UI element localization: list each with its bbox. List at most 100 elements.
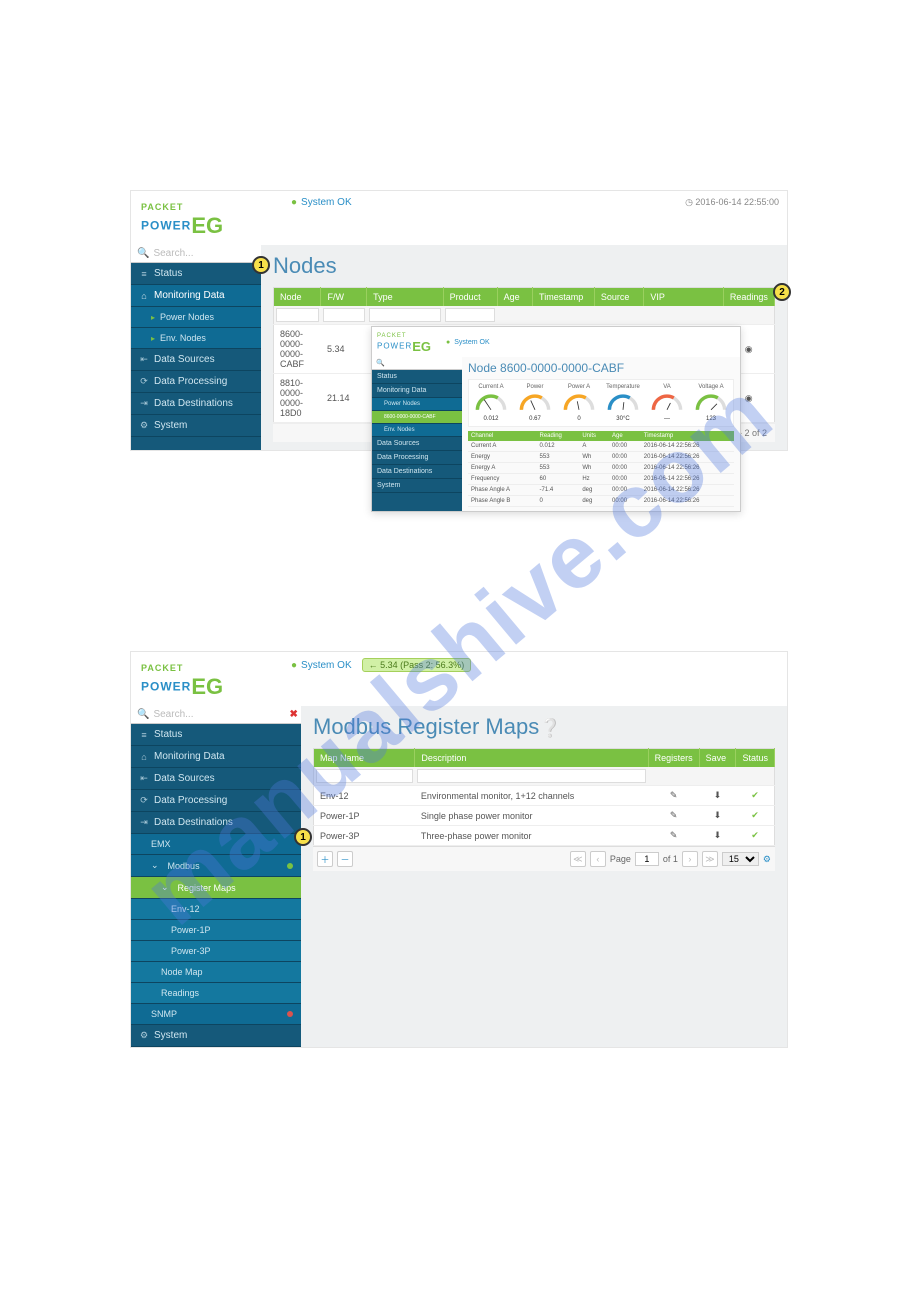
cell-ts: 2016-06-14 22:56:26 — [641, 474, 734, 485]
col-fw[interactable]: F/W — [321, 288, 367, 307]
table-row[interactable]: Power-3P Three-phase power monitor ✎ ⬇ ✔ — [314, 826, 775, 846]
add-button[interactable]: ＋ — [317, 851, 333, 867]
mini-nav-monitoring[interactable]: Monitoring Data — [372, 384, 462, 398]
mini-nav-data-destinations[interactable]: Data Destinations — [372, 465, 462, 479]
prev-page-button[interactable]: ‹ — [590, 851, 606, 867]
edit-icon[interactable]: ✎ — [648, 806, 699, 826]
reading-row: Current A0.012A00:002016-06-14 22:56:26 — [468, 441, 734, 452]
next-page-button[interactable]: › — [682, 851, 698, 867]
mini-nav-power-nodes[interactable]: Power Nodes — [372, 398, 462, 411]
cell-ts: 2016-06-14 22:56:26 — [641, 485, 734, 496]
nav-readings[interactable]: Readings — [131, 983, 301, 1004]
nav-data-processing[interactable]: ⟳Data Processing — [131, 790, 301, 812]
help-icon[interactable]: ❔ — [539, 718, 561, 738]
col-vip[interactable]: VIP — [644, 288, 724, 307]
mini-nav-data-sources[interactable]: Data Sources — [372, 437, 462, 451]
mini-nav-system[interactable]: System — [372, 479, 462, 493]
nav-power3p[interactable]: Power-3P — [131, 941, 301, 962]
col-node[interactable]: Node — [274, 288, 321, 307]
mini-nav-node-selected[interactable]: 8600-0000-0000-CABF — [372, 411, 462, 424]
gauge-label: Power — [515, 384, 555, 390]
col-age[interactable]: Age — [497, 288, 532, 307]
nav-env-nodes[interactable]: ▸Env. Nodes — [131, 328, 261, 349]
edit-icon[interactable]: ✎ — [648, 826, 699, 846]
mini-sidebar: 🔍 Status Monitoring Data Power Nodes 860… — [372, 357, 462, 511]
col-registers[interactable]: Registers — [648, 749, 699, 768]
cell-ts: 2016-06-14 22:56:26 — [641, 452, 734, 463]
mini-logo-eg: EG — [412, 339, 431, 354]
nav-system[interactable]: ⚙System — [131, 415, 261, 437]
reading-row: Phase Angle B0deg00:002016-06-14 22:56:2… — [468, 496, 734, 507]
clear-search-icon[interactable]: ✖ — [289, 709, 297, 720]
nav-snmp[interactable]: SNMP — [131, 1004, 301, 1025]
col-readings[interactable]: Readings — [723, 288, 774, 307]
logo-packet: PACKET — [141, 202, 183, 212]
col-description[interactable]: Description — [415, 749, 648, 768]
nav-modbus[interactable]: ⌄Modbus — [131, 855, 301, 877]
gauge-value: 0.012 — [471, 416, 511, 422]
nav-data-processing[interactable]: ⟳Data Processing — [131, 371, 261, 393]
cell-units: deg — [579, 485, 609, 496]
col-type[interactable]: Type — [367, 288, 443, 307]
page-input[interactable] — [635, 852, 659, 866]
filter-desc[interactable] — [417, 769, 646, 783]
last-page-button[interactable]: ≫ — [702, 851, 718, 867]
nav-data-sources[interactable]: ⇤Data Sources — [131, 349, 261, 371]
table-row[interactable]: Env-12 Environmental monitor, 1+12 chann… — [314, 786, 775, 806]
callout-1: 1 — [252, 256, 270, 274]
system-ok-badge: System OK — [291, 197, 352, 208]
nav-env12[interactable]: Env-12 — [131, 899, 301, 920]
nav-data-destinations[interactable]: ⇥Data Destinations — [131, 812, 301, 834]
edit-icon[interactable]: ✎ — [648, 786, 699, 806]
nav-monitoring-data[interactable]: ⌂Monitoring Data — [131, 285, 261, 307]
mini-search[interactable]: 🔍 — [372, 357, 462, 370]
page-size-select[interactable]: 15 — [722, 852, 759, 866]
main-content: Modbus Register Maps❔ Map Name Descripti… — [301, 706, 787, 1047]
nav-node-map[interactable]: Node Map — [131, 962, 301, 983]
nav-monitoring-data[interactable]: ⌂Monitoring Data — [131, 746, 301, 768]
mini-search-input[interactable] — [389, 360, 467, 366]
nav-data-destinations[interactable]: ⇥Data Destinations — [131, 393, 261, 415]
cell-map: Power-1P — [314, 806, 415, 826]
first-page-button[interactable]: ≪ — [570, 851, 586, 867]
filter-node[interactable] — [276, 308, 319, 322]
mini-nav-env-nodes[interactable]: Env. Nodes — [372, 424, 462, 437]
search-box[interactable]: 🔍 ✖ — [131, 706, 301, 724]
nav-snmp-label: SNMP — [151, 1009, 177, 1019]
col-status[interactable]: Status — [736, 749, 775, 768]
col-source[interactable]: Source — [594, 288, 643, 307]
settings-gear-icon[interactable]: ⚙ — [763, 854, 771, 865]
nav-status[interactable]: ≡Status — [131, 724, 301, 746]
gear-icon: ⚙ — [139, 1030, 149, 1041]
remove-button[interactable]: － — [337, 851, 353, 867]
table-row[interactable]: Power-1P Single phase power monitor ✎ ⬇ … — [314, 806, 775, 826]
filter-fw[interactable] — [323, 308, 365, 322]
nav-power1p[interactable]: Power-1P — [131, 920, 301, 941]
readings-table: Channel Reading Units Age Timestamp Curr… — [468, 431, 734, 507]
col-timestamp[interactable]: Timestamp — [533, 288, 595, 307]
mini-nav-status[interactable]: Status — [372, 370, 462, 384]
nav-data-sources[interactable]: ⇤Data Sources — [131, 768, 301, 790]
download-icon[interactable]: ⬇ — [699, 826, 736, 846]
filter-product[interactable] — [445, 308, 495, 322]
filter-map[interactable] — [316, 769, 413, 783]
gauges-row: Current A 0.012Power 0.67Power A 0Temper… — [468, 379, 734, 427]
search-box[interactable]: 🔍 ✖ — [131, 245, 261, 263]
gauge: Current A 0.012 — [471, 384, 511, 422]
col-save[interactable]: Save — [699, 749, 736, 768]
nav-modbus-label: Modbus — [168, 861, 200, 871]
download-icon[interactable]: ⬇ — [699, 786, 736, 806]
nav-system[interactable]: ⚙System — [131, 1025, 301, 1047]
page-title: Nodes — [273, 253, 775, 279]
mini-nav-data-processing[interactable]: Data Processing — [372, 451, 462, 465]
search-input[interactable] — [153, 709, 285, 720]
filter-type[interactable] — [369, 308, 441, 322]
cell-node: 8810-0000-0000-18D0 — [274, 374, 321, 423]
col-map-name[interactable]: Map Name — [314, 749, 415, 768]
nav-power-nodes[interactable]: ▸Power Nodes — [131, 307, 261, 328]
nav-register-maps[interactable]: ⌄Register Maps — [131, 877, 301, 899]
col-product[interactable]: Product — [443, 288, 497, 307]
download-icon[interactable]: ⬇ — [699, 806, 736, 826]
nav-status[interactable]: ≡Status — [131, 263, 261, 285]
nav-emx[interactable]: EMX — [131, 834, 301, 855]
